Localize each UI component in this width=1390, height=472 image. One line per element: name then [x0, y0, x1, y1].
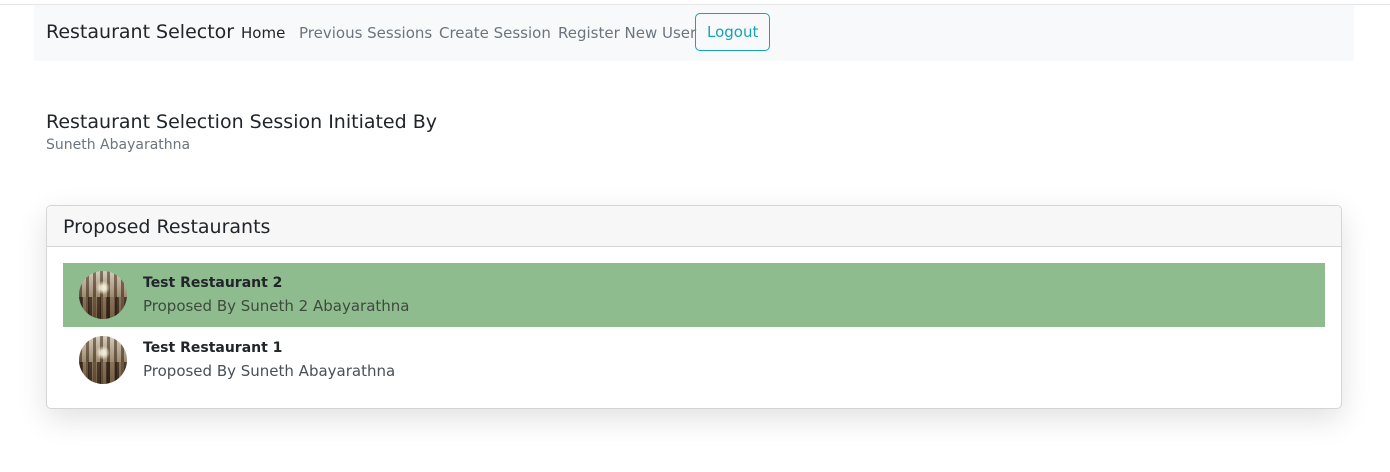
proposed-restaurants-card: Proposed Restaurants Test Restaurant 2 P…	[46, 205, 1342, 409]
restaurant-proposer: Proposed By Suneth 2 Abayarathna	[143, 297, 410, 315]
restaurant-name: Test Restaurant 2	[143, 275, 283, 291]
restaurant-list: Test Restaurant 2 Proposed By Suneth 2 A…	[63, 263, 1325, 392]
navbar: Restaurant Selector Home Previous Sessio…	[34, 5, 1354, 61]
restaurant-list-item[interactable]: Test Restaurant 2 Proposed By Suneth 2 A…	[63, 263, 1325, 327]
restaurant-name: Test Restaurant 1	[143, 340, 283, 356]
logout-button[interactable]: Logout	[695, 13, 771, 51]
session-heading: Restaurant Selection Session Initiated B…	[46, 111, 438, 133]
restaurant-proposer: Proposed By Suneth Abayarathna	[143, 362, 396, 380]
nav-link-previous-sessions[interactable]: Previous Sessions	[299, 24, 432, 42]
nav-link-home[interactable]: Home	[241, 24, 285, 42]
session-initiator-name: Suneth Abayarathna	[46, 137, 191, 153]
restaurant-avatar	[79, 336, 127, 384]
card-title: Proposed Restaurants	[63, 216, 271, 238]
nav-link-register-new-user[interactable]: Register New User	[558, 24, 696, 42]
card-header: Proposed Restaurants	[47, 206, 1341, 247]
brand-title[interactable]: Restaurant Selector	[46, 21, 234, 43]
nav-link-create-session[interactable]: Create Session	[439, 24, 551, 42]
restaurant-list-item[interactable]: Test Restaurant 1 Proposed By Suneth Aba…	[63, 328, 1325, 392]
restaurant-avatar	[79, 271, 127, 319]
